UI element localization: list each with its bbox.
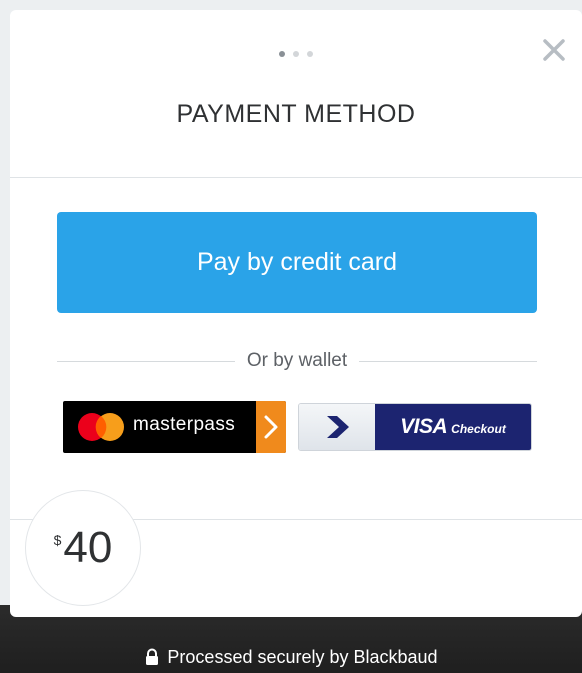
amount-value: 40: [63, 523, 113, 572]
masterpass-label: masterpass: [133, 414, 236, 435]
secure-footer: Processed securely by Blackbaud: [0, 642, 582, 673]
close-icon: [543, 39, 565, 61]
step-dot-1: [279, 51, 285, 57]
divider-line-right: [359, 360, 537, 362]
wallet-divider: Or by wallet: [57, 350, 537, 372]
currency-symbol: $: [53, 532, 62, 548]
visa-checkout-button[interactable]: VISA Checkout: [298, 403, 532, 451]
divider-line-left: [57, 360, 235, 362]
masterpass-button[interactable]: masterpass: [63, 401, 286, 453]
chevron-right-icon: [264, 415, 278, 439]
amount-display: $ 40: [54, 524, 113, 572]
step-dot-3: [307, 51, 313, 57]
payment-modal: PAYMENT METHOD Pay by credit card Or by …: [10, 10, 582, 617]
amount-badge: $ 40: [25, 490, 141, 606]
close-button[interactable]: [540, 36, 568, 64]
pay-by-credit-card-button[interactable]: Pay by credit card: [57, 212, 537, 313]
wallet-divider-label: Or by wallet: [246, 350, 348, 371]
header-divider: [10, 177, 582, 178]
chevron-right-icon: [327, 416, 349, 438]
step-indicator: [10, 51, 582, 57]
step-dot-2: [293, 51, 299, 57]
modal-title: PAYMENT METHOD: [176, 100, 416, 128]
masterpass-arrow: [256, 401, 286, 453]
lock-icon: [146, 648, 159, 665]
visa-checkout-chevron-panel: [299, 404, 375, 450]
mastercard-logo-icon: [78, 413, 124, 441]
visa-checkout-label: Checkout: [451, 422, 506, 436]
visa-label: VISA: [400, 415, 448, 438]
secure-footer-text: Processed securely by Blackbaud: [167, 647, 438, 667]
visa-brand-panel: VISA Checkout: [375, 404, 531, 450]
